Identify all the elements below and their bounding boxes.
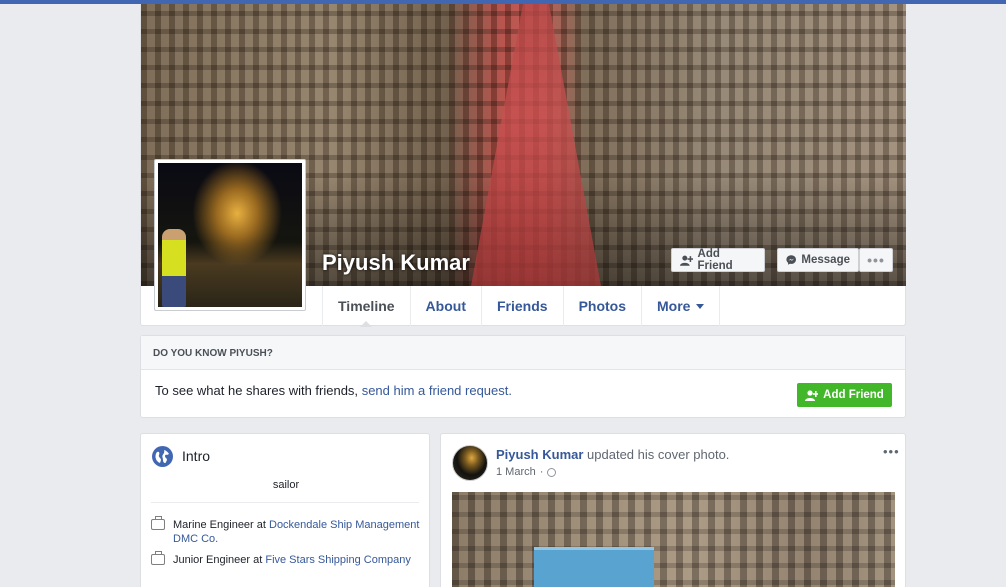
add-friend-green-label: Add Friend [823,389,884,401]
intro-title: Intro [182,448,211,464]
messenger-icon [786,255,796,265]
add-friend-green-button[interactable]: Add Friend [797,383,892,407]
message-label: Message [801,254,850,266]
tab-friends[interactable]: Friends [480,286,563,326]
work-company-link[interactable]: Five Stars Shipping Company [265,554,411,566]
cover-street [471,4,601,286]
tab-about[interactable]: About [409,286,481,326]
post-author-link[interactable]: Piyush Kumar [496,447,583,462]
profile-name[interactable]: Piyush Kumar [322,250,470,276]
post-cover-photo[interactable] [452,492,895,587]
work-role: Marine Engineer at [173,519,269,531]
post-options-button[interactable]: ••• [883,444,900,459]
public-globe-icon [547,467,557,477]
briefcase-icon [151,516,165,530]
post-separator: · [539,466,544,478]
send-friend-request-link[interactable]: send him a friend request. [362,383,512,398]
do-you-know-text: To see what he shares with friends, send… [155,383,512,398]
add-friend-label: Add Friend [697,248,733,272]
post-action: updated his cover photo. [583,447,730,462]
profile-picture-image [158,163,302,307]
work-text: Junior Engineer at Five Stars Shipping C… [173,553,411,567]
do-you-know-heading: DO YOU KNOW PIYUSH? [141,336,905,370]
profile-tabs: Timeline About Friends Photos More [322,286,721,327]
profile-picture[interactable] [154,159,306,311]
add-friend-icon [805,389,819,401]
do-you-know-card: DO YOU KNOW PIYUSH? To see what he share… [140,335,906,418]
tab-friends-label: Friends [496,298,548,314]
post-avatar[interactable] [452,445,488,481]
post-date[interactable]: 1 March [496,466,536,478]
tab-photos[interactable]: Photos [562,286,641,326]
work-text: Marine Engineer at Dockendale Ship Manag… [173,518,421,546]
intro-bio: sailor [272,479,300,491]
add-friend-icon [680,255,693,266]
globe-icon [152,446,173,467]
post-meta: 1 March · [496,466,557,478]
work-item: Marine Engineer at Dockendale Ship Manag… [151,516,421,546]
tab-timeline[interactable]: Timeline [322,286,410,327]
intro-divider [151,502,419,503]
work-item: Junior Engineer at Five Stars Shipping C… [151,551,421,567]
tab-more[interactable]: More [641,286,721,326]
tab-photos-label: Photos [578,298,627,314]
add-friend-button[interactable]: Add Friend [671,248,765,272]
tab-about-label: About [425,298,466,314]
work-role: Junior Engineer at [173,554,266,566]
profile-header: Piyush Kumar Add Friend Message ••• Time… [140,4,906,327]
briefcase-icon [151,551,165,565]
more-options-button[interactable]: ••• [859,248,893,272]
tab-more-label: More [657,298,691,314]
profile-picture-person [162,229,186,307]
timeline-post: Piyush Kumar updated his cover photo. 1 … [440,433,906,587]
post-photo-building [534,547,654,587]
tab-timeline-label: Timeline [338,298,395,314]
chevron-down-icon [696,304,705,313]
message-button[interactable]: Message [777,248,859,272]
intro-card: Intro sailor Marine Engineer at Dockenda… [140,433,430,587]
do-you-know-message: To see what he shares with friends, [155,383,359,398]
post-header: Piyush Kumar updated his cover photo. [496,447,729,462]
